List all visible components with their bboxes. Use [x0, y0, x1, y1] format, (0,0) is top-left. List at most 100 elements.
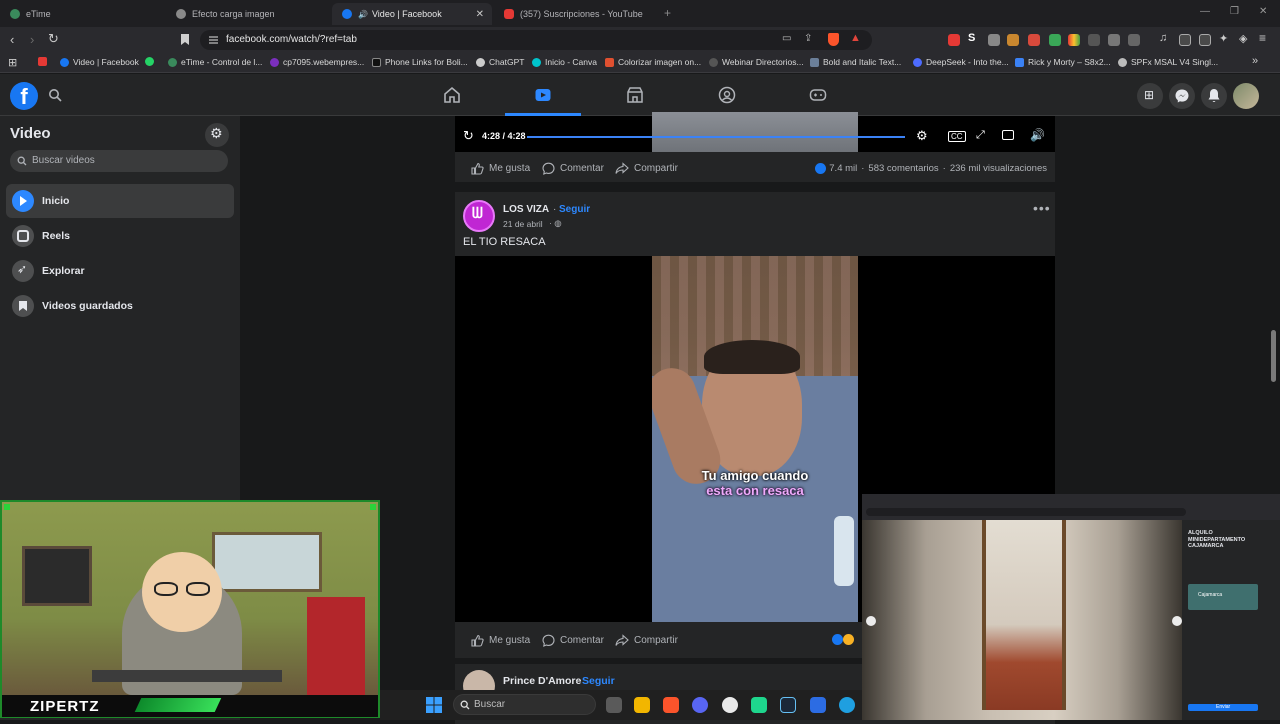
bookmark-item[interactable]: Phone Links for Boli...	[372, 57, 468, 67]
video-progress-bar[interactable]	[527, 136, 905, 138]
windows-start-icon[interactable]	[426, 697, 442, 713]
follow-button[interactable]: Seguir	[582, 675, 615, 687]
replay-icon[interactable]: ↻	[463, 128, 474, 144]
bookmark-youtube[interactable]	[38, 57, 51, 66]
reload-icon[interactable]: ↻	[48, 31, 59, 47]
brave-browser-icon[interactable]	[663, 697, 679, 713]
captions-icon[interactable]: CC	[948, 131, 966, 142]
address-bar[interactable]: facebook.com/watch/?ref=tab ▭ ⇪ ▲	[200, 30, 872, 50]
extension-s-icon[interactable]: S	[968, 32, 975, 44]
file-explorer-icon[interactable]	[634, 697, 650, 713]
bookmark-item[interactable]: DeepSeek - Into the...	[913, 57, 1009, 67]
bookmark-item[interactable]: eTime - Control de l...	[168, 57, 262, 67]
steam-icon[interactable]	[780, 697, 796, 713]
wallet-icon[interactable]	[1199, 34, 1211, 46]
video-player[interactable]: ↻ 4:28 / 4:28 ⚙ CC ⤢ 🔊	[455, 112, 1055, 152]
like-reaction-icon[interactable]	[832, 634, 843, 645]
minimize-icon[interactable]: —	[1200, 6, 1210, 17]
bookmark-item[interactable]: SPFx MSAL V4 Singl...	[1118, 57, 1218, 67]
extension-icon[interactable]	[1049, 34, 1061, 46]
cast-icon[interactable]: ▭	[782, 33, 791, 44]
browser-tab-efecto[interactable]: Efecto carga imagen	[166, 3, 332, 25]
edge-browser-icon[interactable]	[839, 697, 855, 713]
maximize-icon[interactable]: ❐	[1230, 6, 1239, 17]
post-date[interactable]: 21 de abril	[503, 219, 543, 229]
bookmark-item[interactable]: cp7095.webempres...	[270, 57, 364, 67]
audio-icon[interactable]: 🔊	[358, 10, 368, 19]
bookmark-whatsapp[interactable]	[145, 57, 158, 66]
settings-button[interactable]: ⚙	[205, 123, 229, 147]
page-scrollbar[interactable]	[1271, 330, 1276, 382]
facebook-logo-icon[interactable]: f	[10, 82, 38, 110]
bookmark-page-icon[interactable]	[180, 33, 190, 46]
share-button[interactable]: Compartir	[615, 634, 678, 647]
previous-arrow-icon[interactable]	[866, 616, 876, 626]
leo-ai-icon[interactable]: ✦	[1219, 32, 1228, 45]
settings-gear-icon[interactable]: ⚙	[916, 128, 928, 144]
extension-icon[interactable]	[948, 34, 960, 46]
video-nav-icon[interactable]	[534, 86, 552, 104]
puzzle-icon[interactable]	[1108, 34, 1120, 46]
extension-icon[interactable]	[1007, 34, 1019, 46]
camera-extension-icon[interactable]	[988, 34, 1000, 46]
search-icon[interactable]	[48, 88, 62, 102]
picture-in-picture-icon[interactable]	[1002, 130, 1014, 140]
site-settings-icon[interactable]	[208, 35, 219, 45]
extension-icon[interactable]	[1088, 34, 1100, 46]
search-videos-input[interactable]: Buscar videos	[10, 150, 228, 172]
more-bookmarks-icon[interactable]: »	[1252, 55, 1258, 67]
media-icon[interactable]: ♫	[1159, 32, 1167, 44]
bookmark-item[interactable]: Inicio - Canva	[532, 57, 597, 67]
gaming-icon[interactable]	[809, 86, 827, 104]
next-arrow-icon[interactable]	[1172, 616, 1182, 626]
share-button[interactable]: Compartir	[615, 162, 678, 175]
volume-icon[interactable]: 🔊	[1030, 128, 1045, 142]
fullscreen-icon[interactable]: ⤢	[976, 129, 985, 142]
haha-reaction-icon[interactable]	[843, 634, 854, 645]
extension-icon[interactable]	[1128, 34, 1140, 46]
share-icon[interactable]: ⇪	[804, 33, 812, 44]
bookmark-item[interactable]: Colorizar imagen on...	[605, 57, 701, 67]
send-button[interactable]: Enviar	[1188, 704, 1258, 711]
extension-icon[interactable]	[1028, 34, 1040, 46]
picture-in-picture-window[interactable]: ALQUILO MINIDEPARTAMENTO CAJAMARCA Cajam…	[862, 494, 1280, 720]
comment-button[interactable]: Comentar	[542, 634, 604, 647]
sidebar-toggle-icon[interactable]	[1179, 34, 1191, 46]
sidebar-item-explorar[interactable]: ➶ Explorar	[6, 254, 234, 288]
sidebar-item-reels[interactable]: Reels	[6, 219, 234, 253]
notifications-button[interactable]	[1201, 83, 1227, 109]
color-extension-icon[interactable]	[1068, 34, 1080, 46]
bookmark-item[interactable]: Bold and Italic Text...	[810, 57, 901, 67]
post-author[interactable]: LOS VIZA	[503, 204, 549, 215]
bookmark-item[interactable]: Video | Facebook	[60, 57, 139, 67]
browser-tab-youtube[interactable]: (357) Suscripciones - YouTube	[494, 3, 664, 25]
comment-button[interactable]: Comentar	[542, 162, 604, 175]
browser-tab-etime[interactable]: eTime	[0, 3, 168, 25]
vscode-icon[interactable]	[810, 697, 826, 713]
whatsapp-desktop-icon[interactable]	[751, 697, 767, 713]
reaction-count[interactable]: 7.4 mil	[829, 163, 857, 174]
new-tab-button[interactable]: +	[664, 6, 671, 20]
discord-icon[interactable]	[692, 697, 708, 713]
follow-button[interactable]: Seguir	[559, 204, 590, 215]
like-button[interactable]: Me gusta	[471, 162, 530, 175]
post-author[interactable]: Prince D'Amore	[503, 675, 581, 687]
sidebar-item-inicio[interactable]: Inicio	[6, 184, 234, 218]
groups-icon[interactable]	[718, 86, 736, 104]
bookmark-item[interactable]: Rick y Morty – S8x2...	[1015, 57, 1111, 67]
bookmark-item[interactable]: ChatGPT	[476, 57, 524, 67]
more-options-icon[interactable]: •••	[1033, 200, 1051, 216]
close-window-icon[interactable]: ✕	[1259, 6, 1267, 17]
sidebar-item-videos-guardados[interactable]: Videos guardados	[6, 289, 234, 323]
comment-count[interactable]: 583 comentarios	[868, 163, 938, 174]
apps-grid-icon[interactable]: ⊞	[8, 56, 17, 69]
forward-icon[interactable]: ›	[30, 32, 34, 47]
menu-icon[interactable]: ≡	[1259, 31, 1266, 45]
back-icon[interactable]: ‹	[10, 32, 14, 47]
avatar[interactable]: ᗯ	[463, 200, 495, 232]
messenger-button[interactable]	[1169, 83, 1195, 109]
brave-shield-icon[interactable]	[828, 33, 839, 46]
vpn-icon[interactable]: ◈	[1239, 32, 1247, 45]
brave-rewards-icon[interactable]: ▲	[850, 32, 861, 44]
bookmark-item[interactable]: Webinar Directorios...	[709, 57, 804, 67]
